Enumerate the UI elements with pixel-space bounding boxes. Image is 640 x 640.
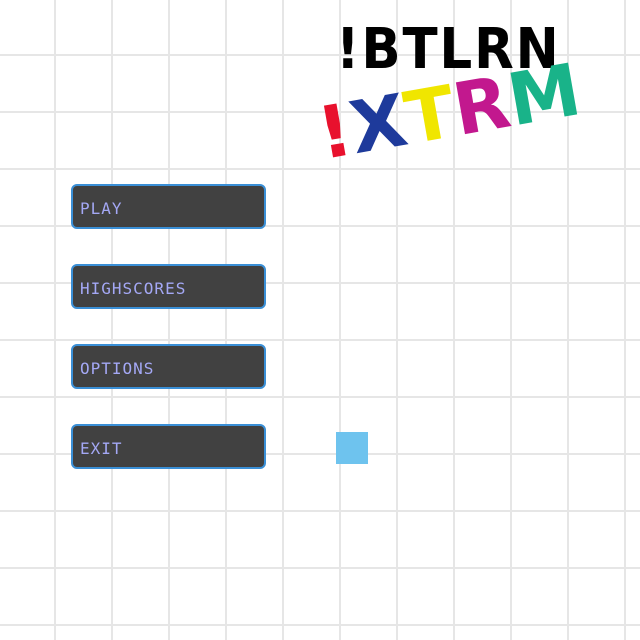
options-button-label: OPTIONS xyxy=(80,359,155,378)
subtitle-letter: M xyxy=(501,47,587,143)
options-button[interactable]: OPTIONS xyxy=(71,344,266,389)
exit-button-label: EXIT xyxy=(80,439,123,458)
highscores-button-label: HIGHSCORES xyxy=(80,279,187,298)
exit-button[interactable]: EXIT xyxy=(71,424,266,469)
player-square xyxy=(336,432,368,464)
play-button[interactable]: PLAY xyxy=(71,184,266,229)
play-button-label: PLAY xyxy=(80,199,123,218)
highscores-button[interactable]: HIGHSCORES xyxy=(71,264,266,309)
